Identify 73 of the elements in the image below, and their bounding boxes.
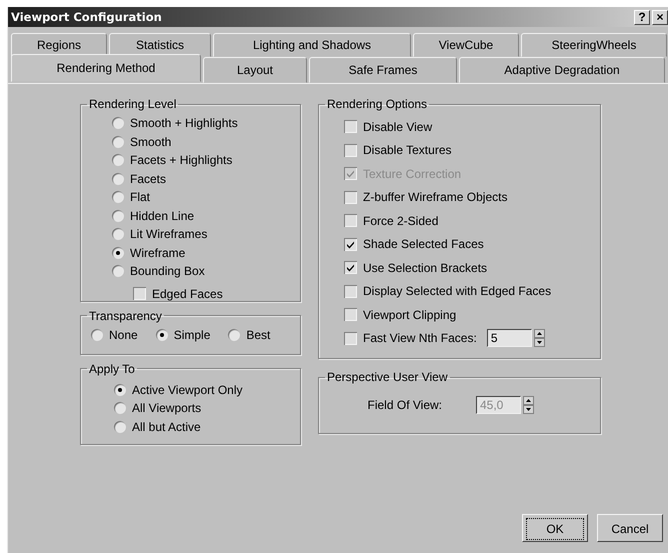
tab[interactable]: ViewCube	[413, 33, 519, 57]
option-label: Smooth + Highlights	[130, 116, 238, 130]
group-title: Apply To	[88, 362, 136, 376]
option-label: Facets + Highlights	[130, 153, 232, 168]
radio-button[interactable]	[112, 265, 124, 278]
option-label: Wireframe	[130, 246, 186, 260]
checkmark-icon	[345, 168, 356, 180]
option-label: Hidden Line	[130, 208, 194, 223]
tab[interactable]: Adaptive Degradation	[459, 57, 665, 83]
group-title: Perspective User View	[326, 370, 448, 384]
help-button[interactable]: ?	[634, 10, 650, 24]
group-title: Rendering Options	[326, 97, 428, 111]
radio-button[interactable]	[112, 172, 124, 185]
number-field[interactable]: 5	[486, 329, 532, 348]
checkbox[interactable]	[344, 308, 357, 322]
group-title: Transparency	[88, 308, 163, 322]
radio-button[interactable]	[112, 191, 124, 204]
checkmark-icon	[345, 262, 356, 274]
tab[interactable]: SteeringWheels	[521, 33, 667, 57]
checkbox-label: Force 2-Sided	[363, 214, 438, 228]
checkbox-label: Display Selected with Edged Faces	[363, 284, 552, 298]
option-label: None	[109, 328, 138, 342]
option-label: Simple	[174, 328, 210, 342]
option-label: All Viewports	[132, 401, 202, 416]
radio-button[interactable]	[114, 384, 126, 396]
checkbox-label: Disable View	[363, 120, 432, 134]
tab[interactable]: Layout	[203, 57, 307, 83]
tab[interactable]: Lighting and Shadows	[213, 33, 411, 57]
tab[interactable]: Safe Frames	[309, 57, 457, 83]
radio-button[interactable]	[112, 117, 124, 130]
option-label: Lit Wireframes	[130, 227, 208, 242]
radio-button[interactable]	[228, 328, 240, 340]
spinner-arrows-icon[interactable]	[523, 396, 534, 414]
window-title: Viewport Configuration	[10, 10, 162, 24]
radio-button[interactable]	[112, 154, 124, 166]
checkbox[interactable]	[344, 238, 357, 251]
option-label: Bounding Box	[130, 264, 205, 278]
radio-button[interactable]	[156, 328, 168, 340]
spinner-arrows-icon[interactable]	[534, 329, 545, 348]
option-label: Active Viewport Only	[132, 382, 242, 397]
checkbox[interactable]	[344, 261, 357, 274]
checkbox[interactable]	[133, 287, 146, 300]
cancel-button[interactable]: Cancel	[597, 514, 663, 542]
option-label: Facets	[130, 172, 166, 186]
checkbox-label: Shade Selected Faces	[363, 237, 484, 252]
checkbox[interactable]	[344, 144, 357, 157]
checkbox-label: Edged Faces	[152, 286, 223, 300]
radio-button[interactable]	[112, 228, 124, 240]
close-button[interactable]: ×	[652, 10, 668, 24]
checkbox-label: Viewport Clipping	[363, 308, 456, 322]
checkbox[interactable]	[344, 332, 357, 345]
checkbox[interactable]	[344, 190, 357, 204]
tab[interactable]: Rendering Method	[11, 54, 201, 82]
radio-button[interactable]	[112, 136, 124, 148]
checkbox-label: Disable Textures	[363, 143, 452, 158]
checkbox-label: Fast View Nth Faces:	[363, 331, 477, 346]
radio-button[interactable]	[112, 246, 124, 259]
checkbox[interactable]	[344, 284, 357, 298]
option-label: Smooth	[130, 134, 172, 149]
checkbox-label: Z-buffer Wireframe Objects	[363, 190, 508, 204]
checkbox-label: Use Selection Brackets	[363, 260, 488, 275]
option-label: Best	[246, 328, 270, 342]
checkbox[interactable]	[344, 120, 357, 134]
field-label: Field Of View:	[368, 398, 442, 412]
checkbox[interactable]	[344, 214, 357, 228]
radio-button[interactable]	[114, 420, 126, 433]
radio-button[interactable]	[91, 328, 103, 340]
group-title: Rendering Level	[88, 97, 178, 111]
option-label: All but Active	[132, 420, 201, 434]
ok-button[interactable]: OK	[522, 514, 588, 542]
radio-button[interactable]	[112, 210, 124, 222]
radio-button[interactable]	[114, 402, 126, 414]
option-label: Flat	[130, 190, 150, 204]
